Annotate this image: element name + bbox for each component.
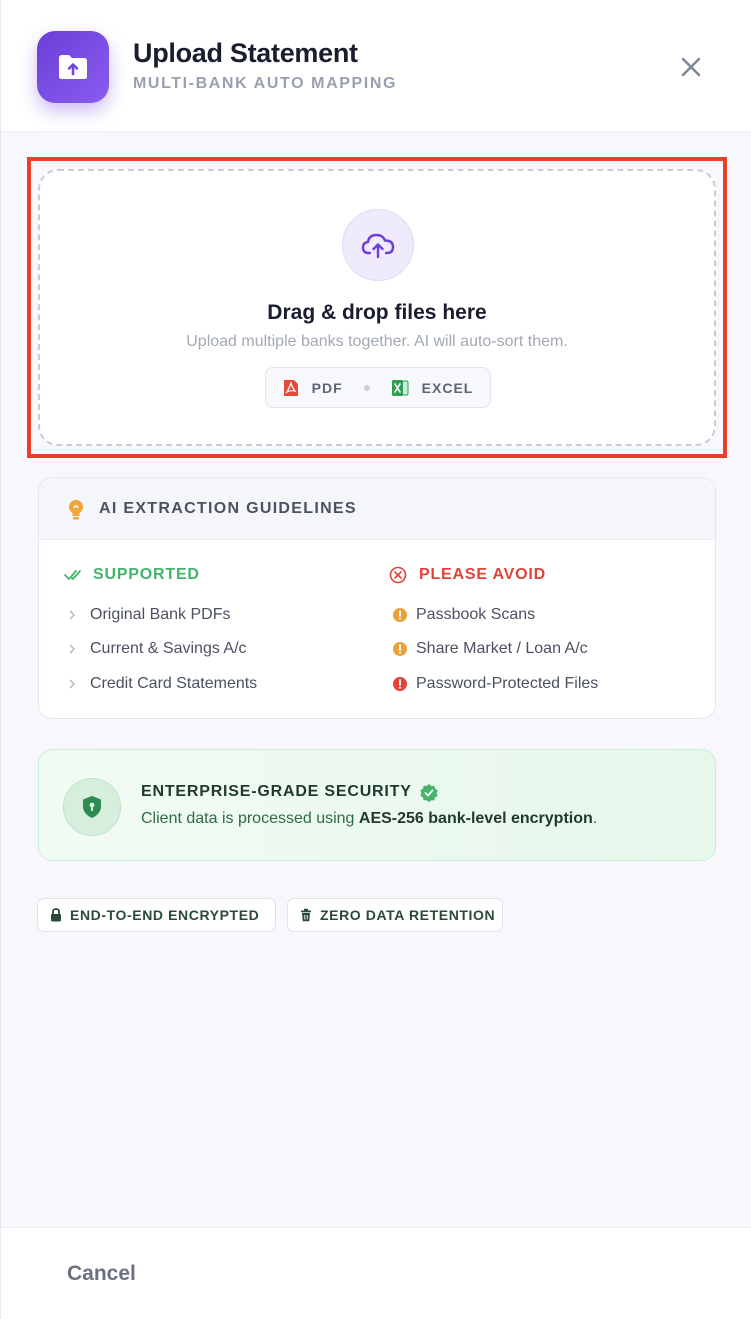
trash-icon <box>301 908 311 922</box>
security-description: Client data is processed using AES-256 b… <box>141 810 597 828</box>
supported-item: Credit Card Statements <box>69 675 258 693</box>
security-card: ENTERPRISE-GRADE SECURITY Client data is… <box>38 749 716 861</box>
warning-icon <box>393 608 407 622</box>
avoid-item: Share Market / Loan A/c <box>393 640 588 658</box>
supported-item: Current & Savings A/c <box>69 640 247 658</box>
avoid-item: Passbook Scans <box>393 606 536 624</box>
highlight-box <box>27 157 727 458</box>
badge-retention: ZERO DATA RETENTION <box>287 898 503 932</box>
supported-item-label: Credit Card Statements <box>90 675 258 692</box>
security-text-bold: AES-256 bank-level encryption <box>358 810 593 827</box>
dialog-footer: Cancel <box>1 1227 751 1319</box>
security-text-prefix: Client data is processed using <box>141 810 359 827</box>
supported-item: Original Bank PDFs <box>69 606 231 624</box>
guidelines-card: AI EXTRACTION GUIDELINES SUPPORTED PLEAS… <box>38 477 716 719</box>
security-text-suffix: . <box>592 810 598 827</box>
shield-icon <box>63 778 121 836</box>
upload-dialog: Upload Statement MULTI-BANK AUTO MAPPING… <box>1 0 751 1319</box>
verified-icon <box>420 784 438 803</box>
security-title: ENTERPRISE-GRADE SECURITY <box>141 783 412 800</box>
avoid-item-label: Passbook Scans <box>416 606 536 623</box>
avoid-item-label: Password-Protected Files <box>416 675 599 692</box>
page-title: Upload Statement <box>133 38 358 68</box>
supported-item-label: Original Bank PDFs <box>90 606 231 623</box>
dialog-header: Upload Statement MULTI-BANK AUTO MAPPING <box>1 0 751 132</box>
lock-icon <box>51 908 61 922</box>
guidelines-title: AI EXTRACTION GUIDELINES <box>99 500 357 517</box>
warning-icon <box>393 642 407 656</box>
lightbulb-icon <box>69 500 83 520</box>
badge-label: ZERO DATA RETENTION <box>320 907 496 923</box>
error-icon <box>393 677 407 691</box>
chevron-right-icon <box>69 610 76 620</box>
folder-upload-icon <box>37 31 109 103</box>
supported-heading: SUPPORTED <box>64 566 200 584</box>
page-subtitle: MULTI-BANK AUTO MAPPING <box>133 75 398 92</box>
double-check-icon <box>64 570 81 580</box>
close-button[interactable] <box>675 51 707 83</box>
circle-x-icon <box>389 566 407 584</box>
supported-item-label: Current & Savings A/c <box>90 640 247 657</box>
avoid-item-label: Share Market / Loan A/c <box>416 640 588 657</box>
chevron-right-icon <box>69 679 76 689</box>
supported-heading-label: SUPPORTED <box>93 566 200 583</box>
avoid-item: Password-Protected Files <box>393 675 599 693</box>
avoid-heading-label: PLEASE AVOID <box>419 566 546 583</box>
guidelines-header: AI EXTRACTION GUIDELINES <box>39 478 715 540</box>
badge-label: END-TO-END ENCRYPTED <box>70 907 260 923</box>
badge-encrypted: END-TO-END ENCRYPTED <box>37 898 276 932</box>
avoid-heading: PLEASE AVOID <box>389 566 546 584</box>
close-icon <box>681 57 701 77</box>
chevron-right-icon <box>69 644 76 654</box>
cancel-button[interactable]: Cancel <box>67 1262 136 1286</box>
